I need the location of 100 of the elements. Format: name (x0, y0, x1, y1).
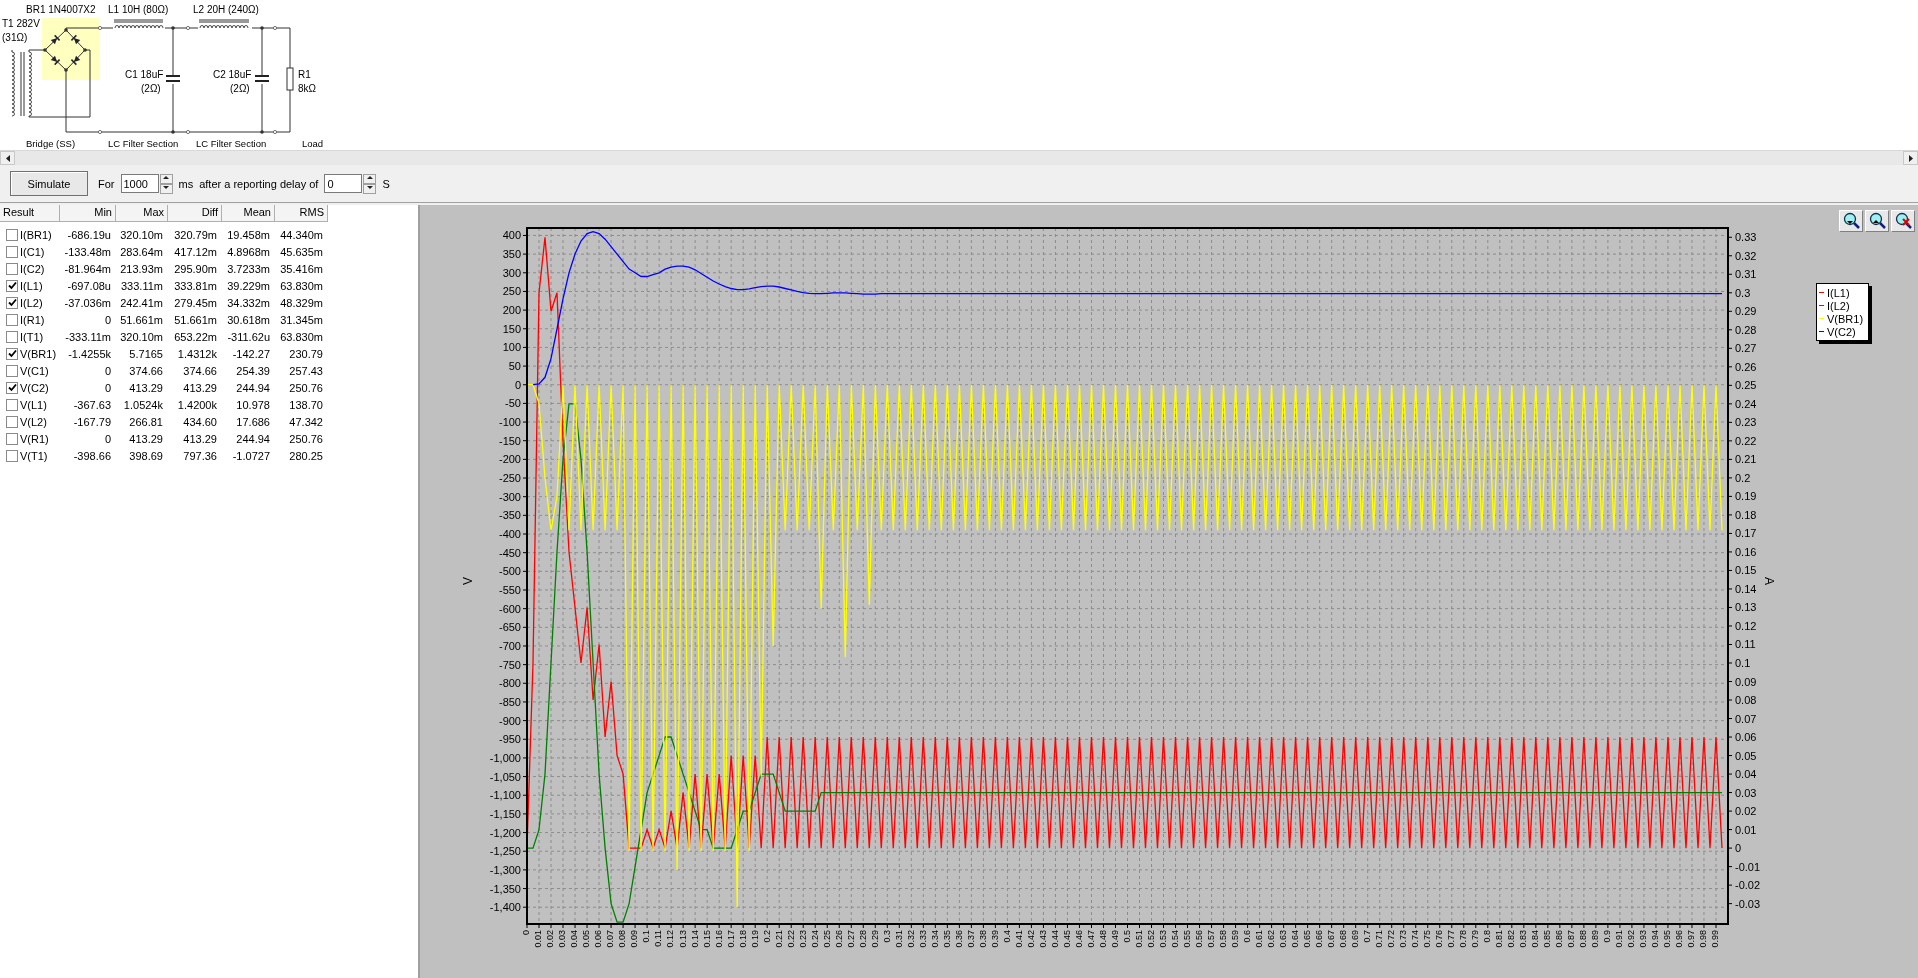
checkbox[interactable] (6, 415, 18, 428)
axis-tick-label: 0.19 (749, 930, 760, 948)
delay-input[interactable]: 0 (324, 174, 363, 193)
axis-tick-label: 0.3 (1735, 286, 1751, 299)
checkbox[interactable] (6, 228, 18, 241)
axis-tick-label: 0.98 (1698, 930, 1709, 948)
axis-tick-label: 0.95 (1662, 930, 1673, 948)
column-header[interactable]: Result (0, 205, 60, 222)
column-header[interactable]: Min (60, 205, 116, 222)
checkbox[interactable] (6, 381, 18, 394)
axis-tick-label: 0.79 (1470, 930, 1481, 948)
table-cell-text: 17.686 (235, 415, 271, 428)
column-header[interactable]: Max (116, 205, 168, 222)
table-cell-text: 34.332m (226, 296, 271, 309)
axis-tick-label: 0.76 (1434, 930, 1445, 948)
table-cell-text: 374.66 (182, 364, 218, 377)
table-cell-text: 250.76 (288, 432, 324, 445)
axis-tick-label: 0.7 (1362, 930, 1373, 943)
axis-tick-label: 0.11 (1735, 638, 1756, 651)
for-label: For (98, 177, 115, 190)
checkbox[interactable] (6, 347, 18, 360)
table-cell-text: 417.12m (173, 245, 218, 258)
axis-tick-label: -1,400 (489, 901, 521, 914)
checkbox[interactable] (6, 245, 18, 258)
table-cell-text: 279.45m (173, 296, 218, 309)
table-cell-text: 244.94 (235, 432, 271, 445)
axis-tick-label: 0.62 (1266, 930, 1276, 948)
table-cell-text: 10.978 (235, 398, 271, 411)
axis-title: V (461, 577, 475, 585)
axis-tick-label: 0.65 (1302, 930, 1313, 948)
axis-tick-label: 0.39 (989, 930, 1000, 948)
result-name: V(L2) (20, 415, 47, 428)
axis-tick-label: 0.47 (1085, 930, 1096, 948)
table-cell-text: -311.62u (226, 330, 271, 343)
axis-tick-label: 0.12 (1735, 620, 1757, 632)
axis-tick-label: 0.27 (845, 930, 856, 948)
axis-tick-label: 0.2 (1735, 471, 1751, 484)
table-cell-text: -697.08u (66, 279, 112, 292)
simulate-button[interactable]: Simulate (10, 171, 88, 196)
spin-up-button[interactable] (159, 173, 173, 184)
checkbox[interactable] (6, 449, 18, 462)
axis-tick-label: -700 (498, 639, 521, 652)
axis-tick-label: 100 (502, 341, 521, 354)
table-cell-text: 413.29 (182, 432, 218, 445)
axis-tick-label: 0.41 (1013, 930, 1024, 948)
axis-tick-label: 0.91 (1614, 930, 1625, 948)
spin-up-button[interactable] (363, 173, 377, 184)
spin-down-button[interactable] (159, 183, 173, 194)
axis-tick-label: 350 (502, 248, 521, 261)
axis-tick-label: 0.99 (1710, 930, 1721, 948)
result-name: V(R1) (20, 432, 49, 445)
axis-tick-label: 0.09 (1735, 675, 1757, 688)
section-label: Bridge (SS) (26, 138, 76, 149)
zoom-in-button[interactable] (1839, 210, 1863, 232)
axis-tick-label: -0.03 (1735, 897, 1761, 910)
scroll-right-button[interactable] (1903, 151, 1918, 165)
axis-tick-label: 0.67 (1326, 930, 1337, 948)
checkbox[interactable] (6, 432, 18, 445)
axis-tick-label: 0.37 (965, 930, 976, 948)
column-header[interactable]: RMS (275, 205, 328, 222)
table-cell-text: 63.830m (279, 279, 324, 292)
axis-tick-label: 0.12 (665, 930, 676, 948)
axis-tick-label: 0.02 (1735, 805, 1757, 818)
result-name: I(R1) (20, 313, 45, 326)
axis-tick-label: 0.11 (653, 930, 664, 947)
scroll-left-button[interactable] (0, 151, 15, 165)
table-cell-text: 413.29 (182, 381, 218, 394)
checkbox[interactable] (6, 279, 18, 292)
legend-label: I(L2) (1827, 299, 1850, 312)
checkbox[interactable] (6, 364, 18, 377)
delay-label: after a reporting delay of (199, 177, 319, 190)
table-cell-text: 4.8968m (226, 245, 271, 258)
axis-tick-label: -900 (498, 714, 521, 727)
duration-input[interactable]: 1000 (120, 174, 159, 193)
axis-tick-label: 0.2 (761, 930, 772, 943)
column-header[interactable]: Mean (222, 205, 275, 222)
axis-tick-label: 0.88 (1578, 930, 1589, 948)
table-cell-text: 45.635m (279, 245, 324, 258)
axis-tick-label: -0.01 (1735, 860, 1761, 873)
checkbox[interactable] (6, 313, 18, 326)
checkbox[interactable] (6, 262, 18, 275)
component-label: T1 282V (2, 18, 40, 29)
spin-down-button[interactable] (363, 183, 377, 194)
zoom-out-button[interactable] (1865, 210, 1889, 232)
axis-tick-label: 0.15 (1735, 564, 1757, 577)
axis-tick-label: -1,050 (489, 770, 521, 783)
component-label: L1 10H (80Ω) (108, 4, 169, 15)
legend-label: V(BR1) (1827, 312, 1864, 325)
checkbox[interactable] (6, 398, 18, 411)
axis-tick-label: 0.74 (1410, 930, 1421, 948)
axis-tick-label: 0.1 (641, 930, 652, 943)
checkbox[interactable] (6, 330, 18, 343)
axis-tick-label: 0 (514, 378, 521, 391)
axis-tick-label: 0.03 (1735, 786, 1757, 799)
axis-tick-label: 250 (502, 285, 521, 298)
checkbox[interactable] (6, 296, 18, 309)
column-header[interactable]: Diff (168, 205, 222, 222)
axis-tick-label: 0.6 (1241, 930, 1252, 943)
axis-tick-label: 0.63 (1278, 930, 1288, 948)
zoom-reset-button[interactable] (1891, 210, 1915, 232)
